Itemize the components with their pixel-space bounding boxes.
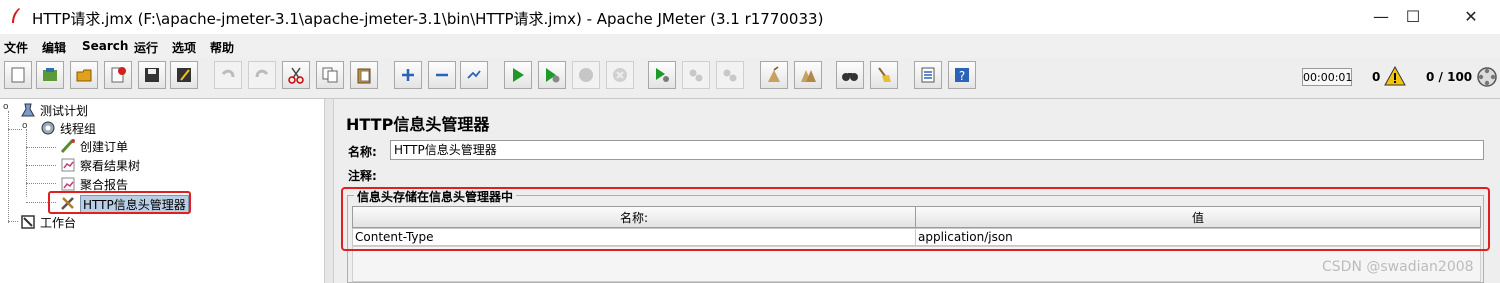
remote-start-icon bbox=[656, 68, 669, 82]
toolbar: ? 00:00:01 0 0 / 100 bbox=[0, 58, 1500, 99]
collapse-icon bbox=[436, 73, 448, 77]
report-icon bbox=[61, 177, 75, 191]
highlight-box-headers bbox=[341, 187, 1490, 251]
name-field[interactable]: HTTP信息头管理器 bbox=[390, 140, 1484, 160]
svg-text:?: ? bbox=[959, 69, 965, 83]
elapsed-timer: 00:00:01 bbox=[1302, 68, 1352, 86]
cut-button[interactable] bbox=[282, 61, 310, 89]
window-title: HTTP请求.jmx (F:\apache-jmeter-3.1\apache-… bbox=[32, 10, 824, 28]
templates-icon bbox=[43, 68, 57, 81]
menu-search[interactable]: Search bbox=[82, 39, 128, 53]
collapse-all-button[interactable] bbox=[428, 61, 456, 89]
toggle-button[interactable] bbox=[460, 61, 488, 89]
templates-button[interactable] bbox=[36, 61, 64, 89]
open-button[interactable] bbox=[70, 61, 98, 89]
start-no-pause-icon bbox=[546, 68, 560, 83]
undo-icon bbox=[221, 69, 235, 78]
menu-bar: 文件 编辑 Search 运行 选项 帮助 bbox=[0, 34, 1500, 58]
remote-stop-all-button[interactable] bbox=[682, 61, 710, 89]
start-no-pauses-button[interactable] bbox=[538, 61, 566, 89]
shutdown-button[interactable] bbox=[606, 61, 634, 89]
tree-node-label: 工作台 bbox=[40, 216, 77, 230]
clear-icon bbox=[768, 66, 780, 82]
remote-shutdown-icon bbox=[723, 69, 737, 82]
panel-splitter[interactable] bbox=[324, 99, 334, 283]
stop-icon bbox=[579, 68, 593, 82]
close-button[interactable]: ✕ bbox=[1448, 0, 1494, 34]
tree-node-label: 察看结果树 bbox=[80, 159, 141, 173]
binoculars-icon bbox=[842, 73, 858, 81]
new-button[interactable] bbox=[4, 61, 32, 89]
highlight-box-tree bbox=[48, 191, 191, 214]
panel-title: HTTP信息头管理器 bbox=[346, 115, 490, 134]
title-bar: HTTP请求.jmx (F:\apache-jmeter-3.1\apache-… bbox=[0, 0, 1500, 34]
watermark: CSDN @swadian2008 bbox=[1322, 259, 1474, 275]
toggle-icon bbox=[467, 70, 481, 79]
close-plan-button[interactable] bbox=[104, 61, 132, 89]
table-empty-area bbox=[352, 246, 1481, 282]
cut-icon bbox=[288, 67, 304, 84]
menu-file[interactable]: 文件 bbox=[4, 39, 28, 56]
tree-toggle-thread-group[interactable]: o bbox=[22, 122, 30, 131]
open-icon bbox=[76, 69, 92, 82]
thread-group-icon bbox=[41, 121, 55, 135]
reset-search-button[interactable] bbox=[870, 61, 898, 89]
clear-all-button[interactable] bbox=[794, 61, 822, 89]
maximize-button[interactable]: ☐ bbox=[1390, 0, 1436, 34]
menu-options[interactable]: 选项 bbox=[172, 39, 196, 56]
config-panel: HTTP信息头管理器 名称: HTTP信息头管理器 注释: 信息头存储在信息头管… bbox=[334, 99, 1500, 283]
expand-all-button[interactable] bbox=[394, 61, 422, 89]
copy-icon bbox=[322, 67, 338, 83]
jmeter-feather-icon bbox=[12, 8, 20, 23]
menu-help[interactable]: 帮助 bbox=[210, 39, 234, 56]
clear-all-icon bbox=[801, 70, 816, 82]
menu-edit[interactable]: 编辑 bbox=[42, 39, 66, 56]
test-plan-icon bbox=[21, 103, 35, 117]
tree-node-label: 创建订单 bbox=[80, 140, 129, 154]
save-icon bbox=[145, 68, 159, 82]
error-count: 0 bbox=[1372, 70, 1381, 84]
warning-icon[interactable] bbox=[1384, 66, 1406, 86]
close-plan-icon bbox=[111, 67, 126, 83]
menu-run[interactable]: 运行 bbox=[134, 39, 158, 56]
function-helper-icon bbox=[921, 67, 935, 83]
run-status-icon bbox=[1477, 67, 1497, 87]
redo-button[interactable] bbox=[248, 61, 276, 89]
workbench-icon bbox=[21, 215, 35, 229]
help-icon: ? bbox=[955, 68, 969, 83]
name-label: 名称: bbox=[348, 145, 377, 159]
clear-button[interactable] bbox=[760, 61, 788, 89]
sampler-icon bbox=[60, 139, 75, 154]
paste-button[interactable] bbox=[350, 61, 378, 89]
undo-button[interactable] bbox=[214, 61, 242, 89]
tree-node-label: 线程组 bbox=[60, 122, 97, 136]
broom-icon bbox=[878, 67, 891, 82]
stop-button[interactable] bbox=[572, 61, 600, 89]
paste-icon bbox=[357, 68, 371, 84]
shutdown-icon bbox=[613, 68, 627, 82]
redo-icon bbox=[255, 69, 269, 78]
tree-toggle-test-plan[interactable]: o bbox=[3, 103, 11, 112]
save-as-button[interactable] bbox=[170, 61, 198, 89]
new-icon bbox=[11, 67, 25, 83]
tree-node-label: 测试计划 bbox=[40, 104, 89, 118]
copy-button[interactable] bbox=[316, 61, 344, 89]
help-button[interactable]: ? bbox=[948, 61, 976, 89]
save-as-icon bbox=[177, 68, 191, 82]
start-button[interactable] bbox=[504, 61, 532, 89]
remote-start-all-button[interactable] bbox=[648, 61, 676, 89]
comment-label: 注释: bbox=[348, 169, 377, 183]
function-helper-button[interactable] bbox=[914, 61, 942, 89]
active-thread-count: 0 / 100 bbox=[1426, 70, 1473, 84]
search-button[interactable] bbox=[836, 61, 864, 89]
save-button[interactable] bbox=[138, 61, 166, 89]
remote-stop-icon bbox=[689, 69, 703, 82]
remote-shutdown-all-button[interactable] bbox=[716, 61, 744, 89]
listener-icon bbox=[61, 158, 75, 172]
expand-icon bbox=[402, 69, 414, 81]
start-icon bbox=[513, 68, 524, 82]
